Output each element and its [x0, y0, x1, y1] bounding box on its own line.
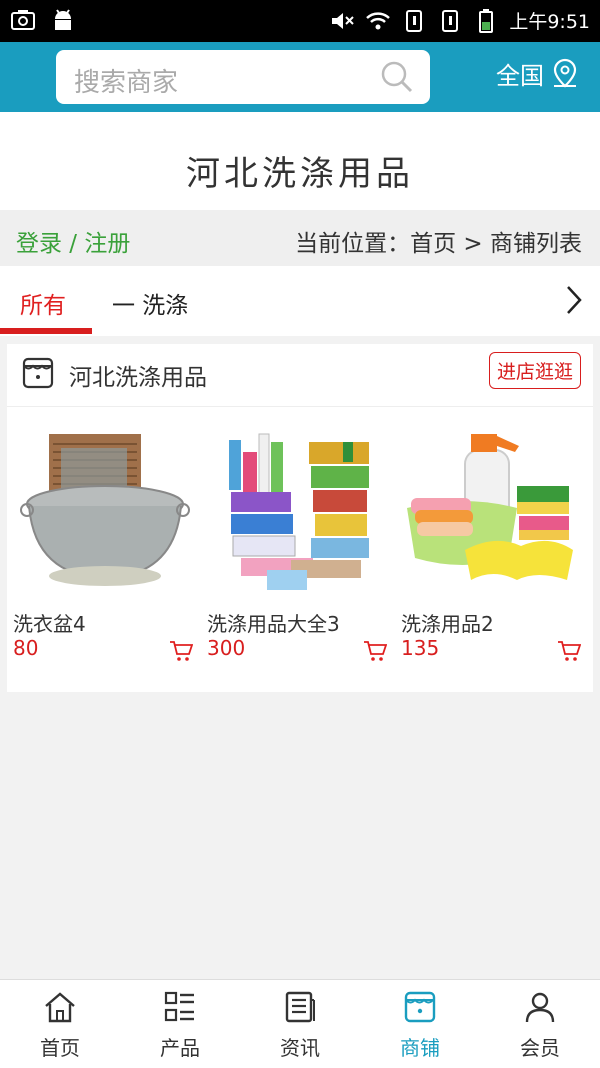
product-item[interactable]: 洗涤用品大全3 300 — [207, 420, 397, 680]
product-item[interactable]: 洗衣盆4 80 — [13, 420, 203, 680]
nav-label: 会员 — [520, 1036, 560, 1060]
android-icon — [55, 9, 71, 30]
tab-all[interactable]: 所有 — [20, 286, 66, 320]
page-title: 河北洗涤用品 — [186, 154, 414, 194]
search-input[interactable]: 搜索商家 — [56, 50, 430, 104]
cart-icon[interactable] — [557, 640, 581, 662]
user-icon — [525, 992, 555, 1023]
cart-icon[interactable] — [169, 640, 193, 662]
enter-shop-button[interactable]: 进店逛逛 — [488, 352, 581, 389]
bottom-nav: 首页 产品 资讯 商铺 会员 — [0, 979, 600, 1068]
nav-products[interactable]: 产品 — [120, 980, 240, 1068]
nav-member[interactable]: 会员 — [480, 980, 600, 1068]
detergent-collection-image[interactable] — [207, 430, 391, 600]
wifi-icon — [366, 11, 391, 29]
mute-icon — [332, 12, 355, 29]
product-price: 135 — [401, 636, 440, 660]
search-placeholder: 搜索商家 — [74, 68, 179, 98]
product-name[interactable]: 洗涤用品2 — [401, 608, 494, 637]
news-icon — [285, 991, 315, 1023]
nav-label: 首页 — [40, 1036, 80, 1060]
cleaning-sponges-gloves-image[interactable] — [401, 430, 585, 600]
store-icon — [404, 991, 436, 1023]
camera-icon — [11, 10, 35, 30]
store-icon — [22, 357, 54, 389]
page-header: 河北洗涤用品 — [0, 112, 600, 210]
region-label: 全国 — [496, 62, 544, 90]
breadcrumb: 当前位置：首页 > 商铺列表 — [295, 231, 582, 257]
status-time: 上午9:51 — [509, 11, 590, 33]
category-tabs: 所有 一 洗涤 — [0, 266, 600, 336]
location-pin-icon — [553, 58, 577, 87]
washboard-basin-image[interactable] — [13, 430, 197, 600]
nav-news[interactable]: 资讯 — [240, 980, 360, 1068]
grid-list-icon — [164, 991, 194, 1022]
search-icon[interactable] — [380, 60, 414, 94]
shop-card-header: 河北洗涤用品 进店逛逛 — [7, 344, 593, 407]
chevron-right-icon[interactable] — [564, 284, 584, 316]
product-item[interactable]: 洗涤用品2 135 — [401, 420, 591, 680]
nav-home[interactable]: 首页 — [0, 980, 120, 1068]
breadcrumb-bar: 登录 / 注册 当前位置：首页 > 商铺列表 — [0, 210, 600, 266]
sim2-icon — [442, 9, 459, 32]
status-bar: 上午9:51 — [0, 0, 600, 42]
shop-name[interactable]: 河北洗涤用品 — [69, 358, 207, 392]
nav-label: 商铺 — [400, 1036, 440, 1060]
cart-icon[interactable] — [363, 640, 387, 662]
region-selector[interactable]: 全国 — [496, 56, 580, 91]
product-name[interactable]: 洗衣盆4 — [13, 608, 86, 637]
product-list: 洗衣盆4 80 洗涤用品大全3 300 洗涤用品2 135 — [7, 420, 593, 680]
sim1-icon — [406, 9, 423, 32]
battery-icon — [479, 8, 494, 33]
login-register-link[interactable]: 登录 / 注册 — [16, 224, 130, 258]
tab-washing[interactable]: 一 洗涤 — [112, 286, 188, 320]
nav-label: 产品 — [160, 1036, 200, 1060]
nav-stores[interactable]: 商铺 — [360, 980, 480, 1068]
product-name[interactable]: 洗涤用品大全3 — [207, 608, 340, 637]
home-icon — [45, 992, 75, 1023]
top-bar: 搜索商家 全国 — [0, 42, 600, 112]
nav-label: 资讯 — [280, 1036, 320, 1060]
product-price: 80 — [13, 636, 39, 660]
product-price: 300 — [207, 636, 246, 660]
active-tab-indicator — [0, 328, 92, 334]
shop-card: 河北洗涤用品 进店逛逛 洗衣盆4 80 洗涤用品大全3 300 洗涤用品2 13… — [7, 344, 593, 692]
